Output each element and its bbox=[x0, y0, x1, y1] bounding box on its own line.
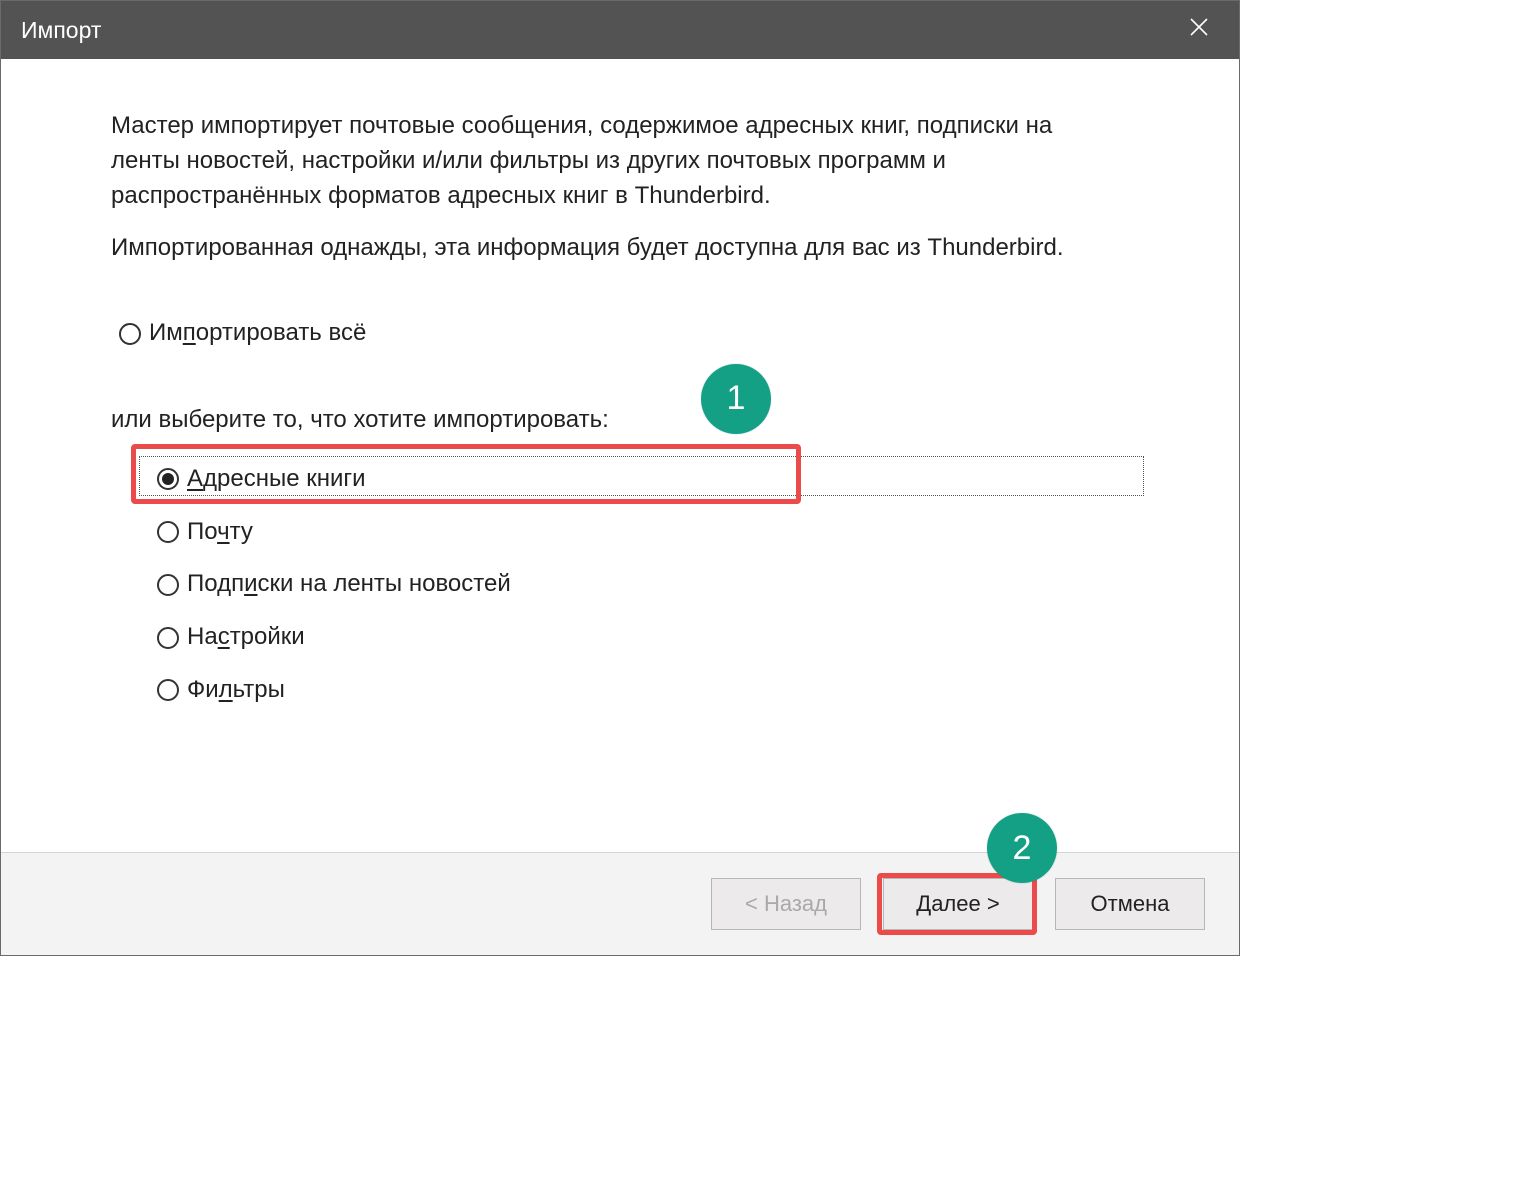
radio-icon bbox=[119, 323, 141, 345]
radio-import-all-label: Импортировать всё bbox=[149, 316, 366, 351]
radio-icon bbox=[157, 574, 179, 596]
radio-feeds[interactable]: Подписки на ленты новостей bbox=[157, 561, 1129, 608]
radio-mail[interactable]: Почту bbox=[157, 509, 1129, 556]
radio-filters-label: Фильтры bbox=[187, 673, 285, 708]
radio-icon bbox=[157, 627, 179, 649]
import-wizard-window: Импорт Мастер импортирует почтовые сообщ… bbox=[0, 0, 1240, 956]
radio-feeds-label: Подписки на ленты новостей bbox=[187, 567, 511, 602]
radio-filters[interactable]: Фильтры bbox=[157, 667, 1129, 714]
radio-icon bbox=[157, 521, 179, 543]
close-button[interactable] bbox=[1179, 10, 1219, 50]
radio-settings[interactable]: Настройки bbox=[157, 614, 1129, 661]
radio-address-books-label: Адресные книги bbox=[187, 462, 366, 497]
radio-icon bbox=[157, 679, 179, 701]
radio-icon bbox=[157, 468, 179, 490]
dialog-body: Мастер импортирует почтовые сообщения, с… bbox=[1, 59, 1239, 852]
next-button[interactable]: Далее > bbox=[883, 878, 1033, 930]
radio-address-books[interactable]: Адресные книги bbox=[157, 456, 1129, 503]
import-options-group: Адресные книги Почту Подписки на ленты н… bbox=[149, 456, 1129, 714]
back-button[interactable]: < Назад bbox=[711, 878, 861, 930]
sub-prompt: или выберите то, что хотите импортироват… bbox=[111, 403, 1129, 438]
window-title: Импорт bbox=[21, 17, 101, 44]
close-icon bbox=[1189, 16, 1209, 44]
intro-paragraph-1: Мастер импортирует почтовые сообщения, с… bbox=[111, 109, 1121, 213]
radio-mail-label: Почту bbox=[187, 515, 253, 550]
intro-paragraph-2: Импортированная однажды, эта информация … bbox=[111, 231, 1121, 266]
titlebar: Импорт bbox=[1, 1, 1239, 59]
radio-settings-label: Настройки bbox=[187, 620, 305, 655]
dialog-footer: < Назад Далее > Отмена 2 bbox=[1, 852, 1239, 955]
cancel-button[interactable]: Отмена bbox=[1055, 878, 1205, 930]
radio-import-all[interactable]: Импортировать всё bbox=[119, 310, 1129, 357]
